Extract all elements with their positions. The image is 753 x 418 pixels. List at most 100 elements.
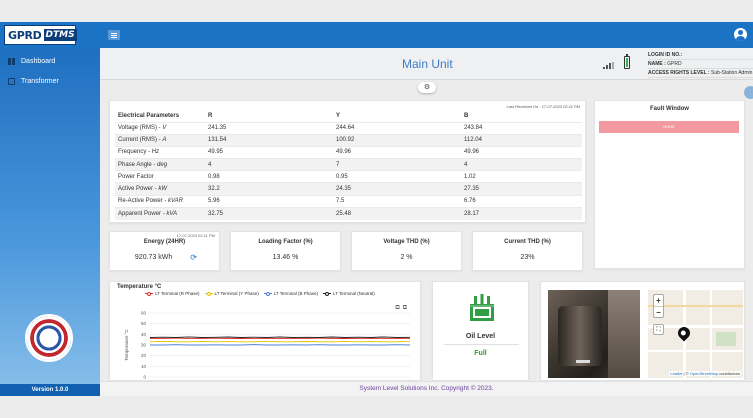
transformer-photo[interactable] [548, 290, 640, 378]
y-tick-label: 10 [141, 364, 147, 369]
column-header: Y [336, 112, 341, 119]
phase-y-value: 100.92 [333, 133, 461, 147]
fault-window-card: Fault Window NONE [594, 100, 745, 269]
sidebar: Dashboard Transformer [0, 48, 100, 396]
oil-level-value: Full [474, 350, 487, 357]
parameter-name: Phase Angle - deg [115, 158, 205, 171]
openstreetmap-link[interactable]: OpenStreetMap [690, 371, 718, 376]
user-info-panel: LOGIN ID NO.: NAME : GPRD ACCESS RIGHTS … [648, 51, 753, 79]
parameter-name: Frequency - Hz [115, 145, 205, 159]
parameter-name: Current (RMS) - A [115, 133, 205, 147]
sidebar-item-label: Transformer [21, 77, 59, 85]
parameter-label: Phase Angle - [118, 161, 158, 168]
phase-b-value: 1.02 [461, 170, 582, 183]
voltage-thd-value: 2 % [400, 254, 413, 261]
oil-level-card: Oil Level Full [432, 281, 529, 381]
transformer-icon [8, 77, 15, 85]
oil-level-label: Oil Level [465, 333, 496, 340]
fullscreen-icon[interactable]: ⛶ [653, 324, 664, 335]
parameter-name: Apparent Power - kVA [115, 206, 205, 220]
export-icon[interactable]: ⧉ [403, 305, 410, 311]
legend-label: LT Terminal (B Phase) [273, 291, 318, 296]
electrical-parameters-table: Electrical Parameters R Y B Voltage (RMS… [115, 110, 582, 220]
legend-item-y-phase[interactable]: LT Terminal (Y Phase) [204, 291, 259, 296]
parameter-label: Active Power - [118, 186, 159, 193]
phase-r-value: 32.75 [205, 206, 333, 220]
user-avatar-icon[interactable] [734, 28, 747, 41]
phase-r-value: 0.98 [205, 170, 333, 183]
name-value: GPRD [667, 61, 682, 67]
scroll-handle[interactable] [744, 86, 753, 99]
attribution-separator: | © [682, 371, 690, 376]
current-thd-value: 23% [520, 254, 535, 261]
table-row: Frequency - Hz 49.95 49.96 49.96 [115, 145, 582, 159]
y-tick-label: 20 [141, 353, 147, 358]
legend-item-neutral[interactable]: LT Terminal (Neutral) [323, 291, 375, 296]
current-thd-card: Current THD (%) 23% [472, 231, 583, 271]
table-row: Apparent Power - kVA 32.75 25.48 28.17 [115, 206, 582, 220]
parameter-name: Power Factor [115, 170, 205, 183]
chart-toolbar: ⧉⧉ [395, 305, 410, 312]
main-header: Main Unit LOGIN ID NO.: NAME : GPRD ACCE… [100, 48, 753, 80]
parameter-label: Voltage (RMS) - [118, 125, 163, 132]
table-row: Active Power - kW 32.2 24.35 27.35 [115, 182, 582, 196]
chart-legend: LT Terminal (R Phase) LT Terminal (Y Pha… [145, 291, 375, 296]
column-header: Electrical Parameters [118, 112, 180, 119]
sidebar-item-transformer[interactable]: Transformer [0, 74, 100, 88]
legend-item-r-phase[interactable]: LT Terminal (R Phase) [145, 291, 200, 296]
parameter-unit: Hz [151, 149, 160, 156]
phase-y-value: 25.48 [333, 206, 461, 220]
phase-b-value: 6.76 [461, 194, 582, 208]
phase-r-value: 5.96 [205, 194, 333, 208]
map-attribution: Leaflet | © OpenStreetMap contributors [669, 371, 741, 376]
login-id-label: LOGIN ID NO.: [648, 52, 683, 58]
phase-b-value: 49.96 [461, 145, 582, 159]
access-rights-label: ACCESS RIGHTS LEVEL : [648, 70, 710, 76]
map-zoom-control: + − [653, 294, 664, 318]
parameter-unit: kVA [166, 210, 178, 217]
app-logo[interactable]: GPRD DTMS [4, 25, 77, 45]
legend-marker [263, 291, 272, 296]
phase-b-value: 243.84 [461, 121, 582, 135]
y-tick-label: 50 [141, 321, 147, 326]
legend-item-b-phase[interactable]: LT Terminal (B Phase) [263, 291, 318, 296]
parameter-name: Active Power - kW [115, 182, 205, 196]
series-line-3 [149, 336, 411, 338]
parameter-unit: A [162, 137, 167, 144]
zoom-out-button[interactable]: − [654, 306, 663, 317]
settings-gear-button[interactable]: ⚙ [418, 82, 436, 93]
loading-factor-value: 13.46 % [272, 254, 299, 261]
sidebar-item-dashboard[interactable]: Dashboard [0, 54, 100, 68]
leaflet-link[interactable]: Leaflet [670, 371, 682, 376]
table-row: Current (RMS) - A 131.54 100.92 112.04 [115, 133, 582, 147]
parameter-label: Current (RMS) - [118, 137, 163, 144]
name-label: NAME : [648, 61, 666, 67]
location-map[interactable]: + − ⛶ Leaflet | © OpenStreetMap contribu… [648, 290, 743, 378]
dashboard-icon [8, 57, 15, 65]
top-bar: GPRD DTMS [0, 22, 753, 48]
legend-marker [145, 291, 153, 296]
hamburger-menu-button[interactable] [108, 30, 120, 40]
zoom-reset-icon[interactable]: ⧉ [395, 305, 402, 311]
energy-label: Energy (24HR) [143, 239, 186, 245]
phase-y-value: 7.5 [333, 194, 461, 208]
y-axis-label: Temperature °C [124, 328, 129, 360]
phase-y-value: 7 [333, 158, 461, 171]
energy-timestamp: 17-07-2023 02:11 PM [176, 233, 215, 238]
gear-icon: ⚙ [423, 84, 431, 91]
series-line-0 [150, 337, 410, 340]
battery-icon [624, 54, 630, 69]
organization-seal-logo [25, 314, 73, 362]
y-tick-label: 30 [141, 343, 147, 348]
phase-r-value: 49.95 [205, 145, 333, 159]
parameter-name: Re-Active Power - kVAR [115, 194, 205, 208]
refresh-icon[interactable]: ⟳ [190, 254, 197, 262]
temperature-chart: 0 10 20 30 40 50 60 Temperature °C [124, 311, 411, 380]
legend-marker [323, 291, 331, 296]
access-rights-value: Sub-Station Admin [710, 70, 753, 76]
legend-label: LT Terminal (Y Phase) [214, 291, 259, 296]
page-title: Main Unit [402, 57, 453, 71]
fault-status-badge: NONE [599, 121, 739, 133]
zoom-in-button[interactable]: + [654, 295, 663, 306]
transformer-icon [470, 294, 494, 321]
